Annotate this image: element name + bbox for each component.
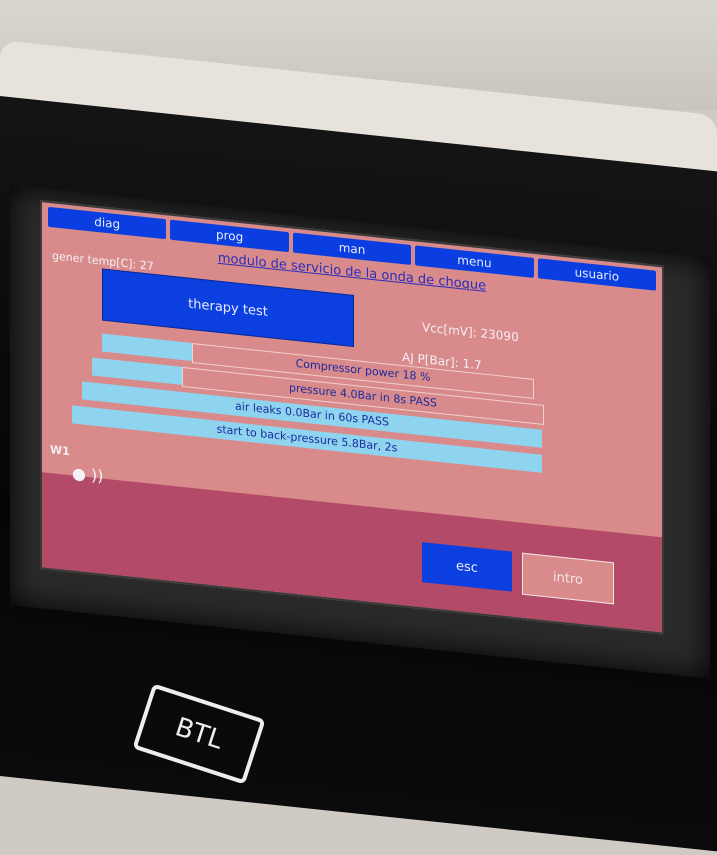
vcc-label: Vcc[mV]: 23090 [422, 320, 519, 345]
w1-label: W1 [50, 443, 70, 459]
pressure-bar-fill [92, 357, 182, 385]
therapy-test-button[interactable]: therapy test [102, 268, 354, 348]
signal-icon: ● )) [72, 463, 104, 486]
power-bar-fill [102, 333, 192, 361]
touch-screen: diag prog man menu usuario modulo de ser… [40, 200, 664, 635]
